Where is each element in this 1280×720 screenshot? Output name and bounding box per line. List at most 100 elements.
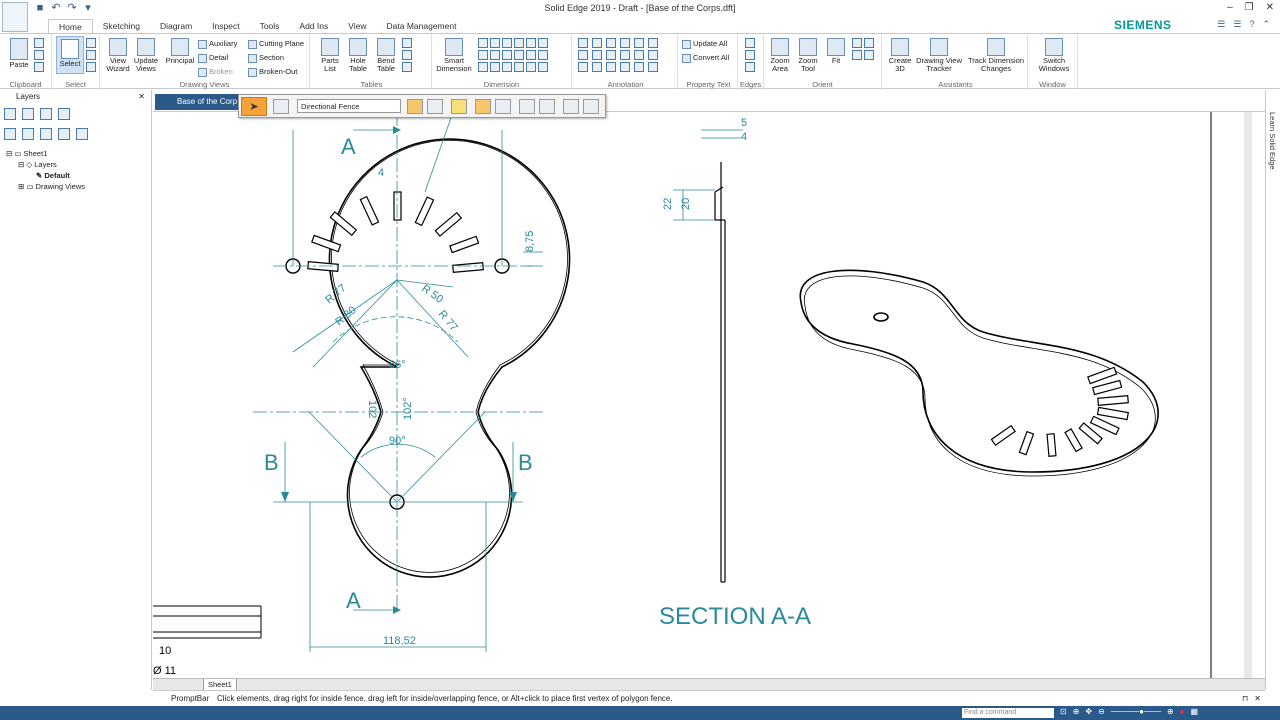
dimension-style-icon[interactable] — [502, 50, 512, 60]
broken-out-button[interactable]: Broken-Out — [248, 65, 297, 78]
sheet-icon[interactable] — [852, 50, 862, 60]
switch-windows-button[interactable]: Switch Windows — [1032, 38, 1076, 73]
update-all-button[interactable]: Update All — [682, 37, 727, 50]
tab-add-ins[interactable]: Add Ins — [289, 19, 338, 33]
dimension-group-icon[interactable] — [538, 50, 548, 60]
table-icon[interactable] — [402, 62, 412, 72]
select-layers-icon[interactable] — [427, 99, 443, 114]
track-dimension-changes-button[interactable]: Track Dimension Changes — [966, 38, 1026, 73]
tree-item-layers[interactable]: ⊟ ◇ Layers — [6, 159, 145, 170]
close-panel-icon[interactable]: ✕ — [138, 90, 145, 104]
angular-coordinate-icon[interactable] — [514, 38, 524, 48]
fence-overlap-icon[interactable] — [495, 99, 511, 114]
copy-icon[interactable] — [34, 50, 44, 60]
text-icon[interactable] — [620, 50, 630, 60]
center-mark-icon[interactable] — [634, 50, 644, 60]
fit-button[interactable]: Fit — [824, 38, 848, 65]
coordinate-icon[interactable] — [502, 38, 512, 48]
layer-help-icon[interactable] — [58, 108, 70, 120]
auxiliary-button[interactable]: Auxiliary — [198, 37, 237, 50]
zoom-out-icon[interactable]: ⊖ — [1098, 707, 1105, 716]
section-button[interactable]: Section — [248, 51, 284, 64]
select-pencil-icon[interactable] — [451, 99, 467, 114]
tree-item-default[interactable]: ✎ Default — [6, 170, 145, 181]
move-layer-icon[interactable] — [58, 128, 70, 140]
leader-icon[interactable] — [606, 38, 616, 48]
settings-icon[interactable]: ☰ — [1217, 19, 1225, 30]
drawing-view-tracker-button[interactable]: Drawing View Tracker — [914, 38, 964, 73]
tree-item-sheet[interactable]: ⊟ ▭ Sheet1 — [6, 148, 145, 159]
drawing-canvas[interactable]: A A B B R 77 R 80 R 50 R 77 66° 90° 102 … — [153, 111, 1265, 678]
weld-symbol-icon[interactable] — [634, 38, 644, 48]
dimension-tool-icon[interactable] — [526, 62, 536, 72]
annotation-tool-icon[interactable] — [648, 62, 658, 72]
balloon-icon[interactable] — [592, 38, 602, 48]
restore-icon[interactable]: ❐ — [1245, 2, 1254, 13]
record-icon[interactable]: ● — [1180, 707, 1185, 716]
paste-button[interactable]: Paste — [6, 38, 32, 69]
convert-all-button[interactable]: Convert All — [682, 51, 729, 64]
layout-icon[interactable]: ▦ — [1191, 707, 1199, 716]
distance-between-icon[interactable] — [478, 38, 488, 48]
zoom-icon[interactable] — [852, 38, 862, 48]
chamfer-icon[interactable] — [538, 38, 548, 48]
attach-icon[interactable] — [478, 50, 488, 60]
select-arrow-icon[interactable]: ➤ — [241, 97, 267, 116]
dimension-tool-icon[interactable] — [502, 62, 512, 72]
previous-icon[interactable] — [519, 99, 535, 114]
pin-icon[interactable]: ⊓ — [1242, 691, 1248, 706]
edge-show-icon[interactable] — [745, 62, 755, 72]
format-painter-icon[interactable] — [34, 62, 44, 72]
smart-dimension-button[interactable]: Smart Dimension — [434, 38, 474, 73]
layer-settings-icon[interactable] — [22, 108, 34, 120]
connector-icon[interactable] — [592, 62, 602, 72]
tab-view[interactable]: View — [338, 19, 376, 33]
select-tool-icon[interactable] — [86, 38, 96, 48]
callout-icon[interactable] — [578, 38, 588, 48]
edge-display-icon[interactable] — [745, 38, 755, 48]
next-icon[interactable] — [539, 99, 555, 114]
tab-data-management[interactable]: Data Management — [377, 19, 467, 33]
new-layer-icon[interactable] — [4, 108, 16, 120]
close-icon[interactable] — [583, 99, 599, 114]
detail-button[interactable]: Detail — [198, 51, 228, 64]
dimension-tool-icon[interactable] — [490, 62, 500, 72]
copy-attributes-icon[interactable] — [490, 50, 500, 60]
accept-icon[interactable] — [563, 99, 579, 114]
tab-diagram[interactable]: Diagram — [150, 19, 202, 33]
principal-button[interactable]: Principal — [164, 38, 196, 65]
refresh-layer-icon[interactable] — [76, 128, 88, 140]
minimize-icon[interactable]: – — [1227, 2, 1233, 13]
tab-home[interactable]: Home — [48, 19, 93, 33]
bolt-hole-circle-icon[interactable] — [578, 62, 588, 72]
dimension-align-icon[interactable] — [526, 50, 536, 60]
hide-layer-icon[interactable] — [22, 128, 34, 140]
help-icon[interactable]: ? — [1249, 19, 1254, 30]
annotation-tool-icon[interactable] — [634, 62, 644, 72]
list-icon[interactable]: ☰ — [1233, 19, 1241, 30]
collapse-ribbon-icon[interactable]: ⌃ — [1262, 19, 1270, 30]
show-layer-icon[interactable] — [4, 128, 16, 140]
edge-condition-icon[interactable] — [648, 38, 658, 48]
dimension-tool-icon[interactable] — [478, 62, 488, 72]
retrieve-icon[interactable] — [514, 50, 524, 60]
centerline-icon[interactable] — [648, 50, 658, 60]
select-filter-icon[interactable] — [407, 99, 423, 114]
tab-inspect[interactable]: Inspect — [202, 19, 249, 33]
angle-between-icon[interactable] — [490, 38, 500, 48]
create-3d-button[interactable]: Create 3D — [886, 38, 914, 73]
cut-icon[interactable] — [34, 38, 44, 48]
table-icon[interactable] — [402, 50, 412, 60]
surface-texture-icon[interactable] — [620, 38, 630, 48]
select-filter-icon[interactable] — [86, 50, 96, 60]
datum-target-icon[interactable] — [606, 50, 616, 60]
annotation-tool-icon[interactable] — [606, 62, 616, 72]
add-icon[interactable]: ⊕ — [1167, 707, 1174, 716]
hole-table-button[interactable]: Hole Table — [344, 38, 372, 73]
table-icon[interactable] — [402, 38, 412, 48]
parts-list-button[interactable]: Parts List — [316, 38, 344, 73]
symmetric-diameter-icon[interactable] — [526, 38, 536, 48]
find-command-input[interactable]: Find a command — [962, 708, 1054, 718]
vertical-scrollbar[interactable] — [1244, 112, 1252, 680]
close-icon[interactable]: ✕ — [1254, 691, 1261, 706]
